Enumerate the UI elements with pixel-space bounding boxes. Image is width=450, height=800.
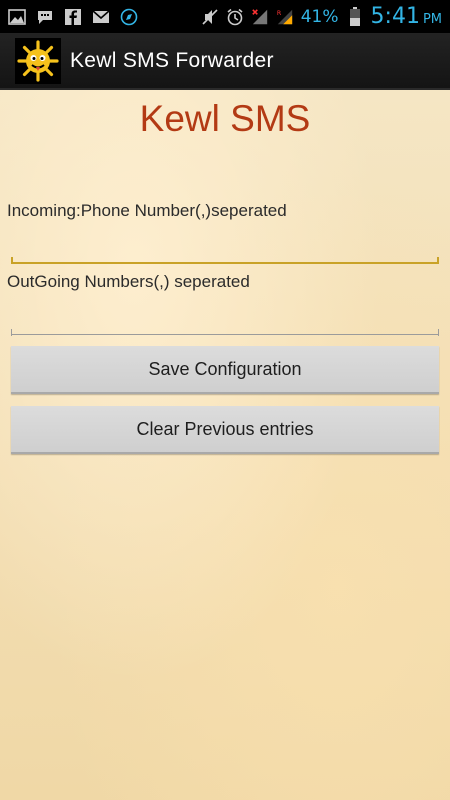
- svg-text:R: R: [277, 10, 282, 17]
- outgoing-numbers-label: OutGoing Numbers(,) seperated: [7, 272, 250, 291]
- app-logo-icon[interactable]: [15, 37, 61, 84]
- action-bar: Kewl SMS Forwarder: [0, 33, 450, 90]
- page-heading: Kewl SMS: [139, 98, 311, 139]
- incoming-numbers-input[interactable]: [11, 228, 439, 264]
- signal-no-sim-icon: [251, 8, 269, 26]
- mail-icon: [92, 8, 110, 26]
- status-bar: R 41% 5:41 PM: [0, 0, 450, 33]
- outgoing-input-edge-left: [11, 329, 12, 336]
- save-configuration-button[interactable]: Save Configuration: [11, 346, 439, 394]
- clock: 5:41 PM: [371, 4, 442, 29]
- notification-icons: [8, 8, 138, 26]
- incoming-input-edge-right: [437, 257, 439, 264]
- compass-icon: [120, 8, 138, 26]
- signal-roaming-icon: R: [276, 8, 294, 26]
- alarm-icon: [226, 8, 244, 26]
- system-icons: R 41% 5:41 PM: [201, 4, 442, 29]
- clock-time: 5:41: [370, 4, 420, 29]
- main-content: Kewl SMS Incoming:Phone Number(,)seperat…: [0, 90, 450, 800]
- incoming-numbers-label: Incoming:Phone Number(,)seperated: [7, 201, 287, 220]
- facebook-icon: [64, 8, 82, 26]
- chat-icon: [36, 8, 54, 26]
- app-title: Kewl SMS Forwarder: [70, 48, 274, 72]
- incoming-input-edge-left: [11, 257, 13, 264]
- mute-icon: [201, 8, 219, 26]
- outgoing-numbers-input[interactable]: [11, 299, 439, 335]
- clock-ampm: PM: [422, 12, 442, 27]
- clear-previous-entries-button[interactable]: Clear Previous entries: [11, 406, 439, 454]
- gallery-icon: [8, 8, 26, 26]
- battery-percent: 41%: [300, 6, 339, 27]
- outgoing-input-edge-right: [438, 329, 439, 336]
- battery-icon: [346, 6, 364, 26]
